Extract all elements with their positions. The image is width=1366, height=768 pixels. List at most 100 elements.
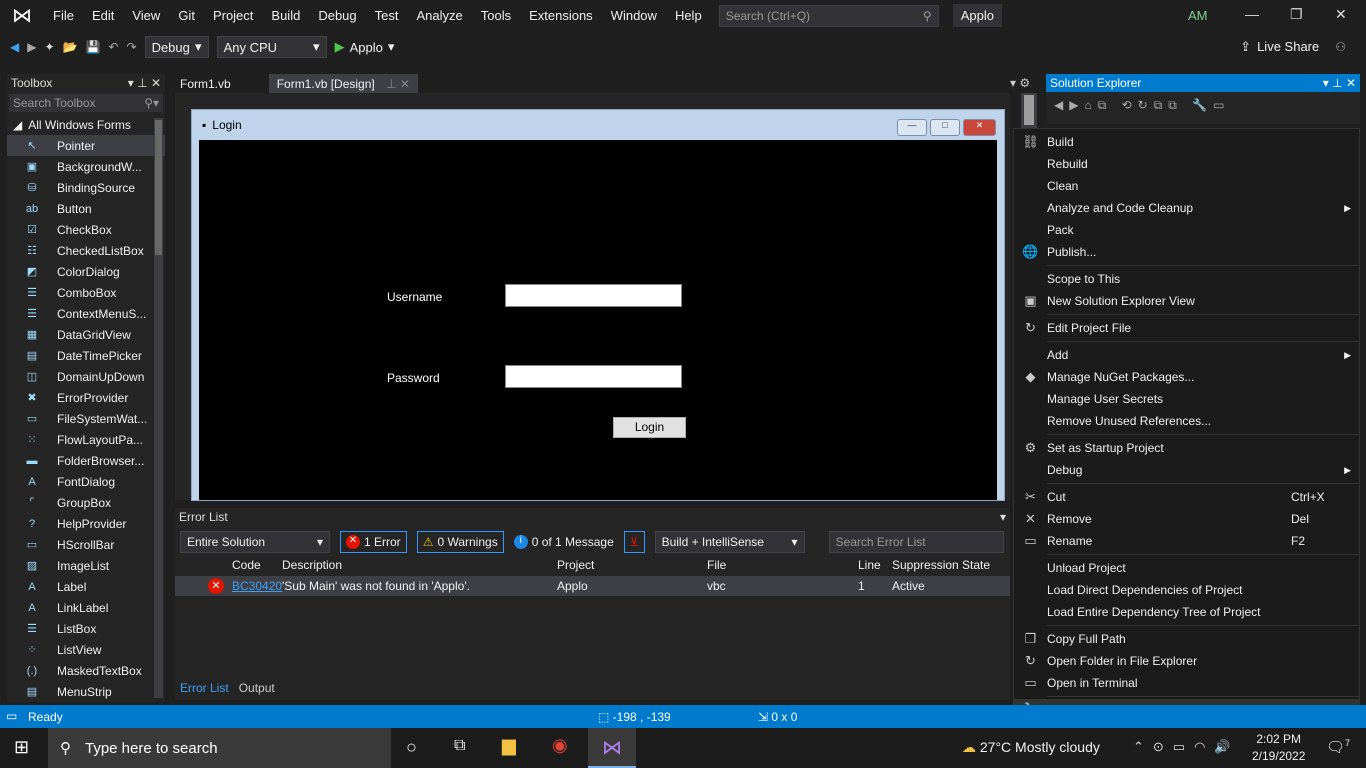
toolbox-item[interactable]: ▦ DataGridView	[7, 324, 165, 345]
toolbox-item[interactable]: A Label	[7, 576, 165, 597]
filter-icon[interactable]: ⊻	[623, 531, 645, 553]
column-project[interactable]: Project	[557, 558, 594, 572]
restore-button[interactable]: ❐	[1290, 6, 1303, 23]
menu-edit[interactable]: Edit	[83, 8, 123, 23]
tab-form1-vb[interactable]: Form1.vb	[172, 74, 239, 94]
error-code-link[interactable]: BC30420	[232, 579, 282, 593]
menu-analyze[interactable]: Analyze	[407, 8, 471, 23]
tab-error-list[interactable]: Error List	[175, 678, 234, 698]
toolbox-item[interactable]: ⌜ GroupBox	[7, 492, 165, 513]
solution-explorer-toolbar[interactable]: ◀▶⌂⧉ ⟲↻⧉⧉ 🔧▭	[1046, 92, 1360, 119]
toolbox-scrollbar[interactable]	[154, 118, 163, 698]
context-menu-item[interactable]: ❐ Copy Full Path	[1014, 628, 1359, 650]
search-input[interactable]: Search (Ctrl+Q) ⚲	[718, 4, 939, 27]
minimize-button[interactable]: —	[1245, 6, 1259, 22]
task-view-icon[interactable]: ⧉	[454, 737, 465, 755]
context-menu-item[interactable]: ▣ New Solution Explorer View	[1014, 290, 1359, 312]
context-menu-item[interactable]: Rebuild	[1014, 153, 1359, 175]
tab-overflow-icon[interactable]: ▾ ⚙	[1010, 76, 1030, 90]
tab-form1-design[interactable]: Form1.vb [Design] ⊥ ✕	[268, 74, 418, 94]
login-button[interactable]: Login	[613, 417, 686, 438]
context-menu-item[interactable]: ⛓ Build	[1014, 131, 1359, 153]
cortana-icon[interactable]: ○	[406, 737, 417, 758]
toolbox-item[interactable]: ▣ BackgroundW...	[7, 156, 165, 177]
toolbox-item[interactable]: ✖ ErrorProvider	[7, 387, 165, 408]
error-search-input[interactable]: Search Error List	[828, 531, 1004, 553]
form-close-button[interactable]: ✕	[963, 119, 996, 136]
system-tray-icons[interactable]: ⌃⊙▭◠🔊	[1133, 739, 1240, 755]
column-file[interactable]: File	[707, 558, 726, 572]
column-line[interactable]: Line	[858, 558, 881, 572]
tab-output[interactable]: Output	[234, 678, 280, 698]
context-menu-item[interactable]: ▭ Rename F2	[1014, 530, 1359, 552]
weather[interactable]: ☁ 27°C Mostly cloudy	[962, 739, 1100, 756]
toolbox-item[interactable]: ◫ DomainUpDown	[7, 366, 165, 387]
context-menu-item[interactable]: ↻ Edit Project File	[1014, 317, 1359, 339]
toolbox-item[interactable]: ☰ ListBox	[7, 618, 165, 639]
toolbox-item[interactable]: ⁘ ListView	[7, 639, 165, 660]
clock[interactable]: 2:02 PM 2/19/2022	[1252, 731, 1305, 765]
context-menu-item[interactable]: ✕ Remove Del	[1014, 508, 1359, 530]
save-icon[interactable]: 💾	[85, 40, 100, 54]
forward-icon[interactable]: ▶	[27, 40, 36, 54]
toolbox-item[interactable]: ⛁ BindingSource	[7, 177, 165, 198]
form-maximize-button[interactable]: □	[930, 119, 960, 136]
toolbox-item[interactable]: ▭ HScrollBar	[7, 534, 165, 555]
context-menu-item[interactable]: ↻ Open Folder in File Explorer	[1014, 650, 1359, 672]
context-menu-item[interactable]: Scope to This	[1014, 268, 1359, 290]
live-share-button[interactable]: ⇪ Live Share	[1240, 39, 1319, 55]
toolbox-item[interactable]: A FontDialog	[7, 471, 165, 492]
context-menu-item[interactable]: Analyze and Code Cleanup ▶	[1014, 197, 1359, 219]
toolbox-item[interactable]: ▤ DateTimePicker	[7, 345, 165, 366]
toolbox-item[interactable]: ⁙ FlowLayoutPa...	[7, 429, 165, 450]
windows-start-icon[interactable]: ⊞	[14, 737, 29, 758]
menu-help[interactable]: Help	[666, 8, 711, 23]
toolbox-item[interactable]: ▤ MenuStrip	[7, 681, 165, 702]
close-button[interactable]: ✕	[1335, 6, 1347, 23]
context-menu-item[interactable]: Debug ▶	[1014, 459, 1359, 481]
table-row[interactable]: ✕ BC30420 'Sub Main' was not found in 'A…	[175, 576, 1010, 596]
panel-controls[interactable]: ▾ ⊥ ✕	[128, 76, 161, 90]
context-menu-item[interactable]: ✂ Cut Ctrl+X	[1014, 486, 1359, 508]
toolbox-item[interactable]: ▭ FileSystemWat...	[7, 408, 165, 429]
chrome-icon[interactable]: ◉	[552, 735, 568, 756]
toolbox-item[interactable]: ☑ CheckBox	[7, 219, 165, 240]
context-menu-item[interactable]: ◆ Manage NuGet Packages...	[1014, 366, 1359, 388]
messages-filter-button[interactable]: i0 of 1 Message	[513, 535, 614, 549]
context-menu-item[interactable]: Load Entire Dependency Tree of Project	[1014, 601, 1359, 623]
close-tab-icon[interactable]: ⊥ ✕	[386, 77, 410, 91]
menu-file[interactable]: File	[44, 8, 83, 23]
context-menu-item[interactable]: 🌐 Publish...	[1014, 241, 1359, 263]
toolbox-item[interactable]: ☰ ContextMenuS...	[7, 303, 165, 324]
menu-window[interactable]: Window	[602, 8, 666, 23]
source-select[interactable]: Build + IntelliSense ▾	[654, 531, 805, 553]
password-field[interactable]	[505, 365, 682, 388]
menu-test[interactable]: Test	[366, 8, 408, 23]
avatar[interactable]: AM	[1188, 8, 1208, 23]
context-menu-item[interactable]: Pack	[1014, 219, 1359, 241]
context-menu-item[interactable]: Manage User Secrets	[1014, 388, 1359, 410]
redo-icon[interactable]: ↷	[127, 40, 137, 54]
menu-extensions[interactable]: Extensions	[520, 8, 602, 23]
open-icon[interactable]: 📂	[63, 40, 78, 54]
taskbar-search[interactable]: ⚲ Type here to search	[48, 728, 391, 768]
visual-studio-taskbar-icon[interactable]: ⋈	[588, 728, 636, 768]
login-form[interactable]: ▪ Login — □ ✕ Username Password Login	[191, 109, 1005, 501]
undo-icon[interactable]: ↶	[108, 40, 118, 54]
feedback-icon[interactable]: ⚇	[1335, 40, 1346, 54]
menu-view[interactable]: View	[123, 8, 169, 23]
toolbox-item[interactable]: ◩ ColorDialog	[7, 261, 165, 282]
toolbox-item[interactable]: ab Button	[7, 198, 165, 219]
context-menu-item[interactable]: Unload Project	[1014, 557, 1359, 579]
start-button[interactable]: ▶ Applo ▾	[335, 39, 395, 55]
menu-build[interactable]: Build	[262, 8, 309, 23]
form-minimize-button[interactable]: —	[897, 119, 927, 136]
username-field[interactable]	[505, 284, 682, 307]
column-code[interactable]: Code	[232, 558, 261, 572]
toolbox-item[interactable]: A LinkLabel	[7, 597, 165, 618]
errors-filter-button[interactable]: ✕ 1 Error	[340, 531, 407, 553]
toolbox-search[interactable]: Search Toolbox ⚲▾	[9, 94, 163, 112]
context-menu-item[interactable]: ⚙ Set as Startup Project	[1014, 437, 1359, 459]
menu-tools[interactable]: Tools	[472, 8, 520, 23]
column-description[interactable]: Description	[282, 558, 342, 572]
